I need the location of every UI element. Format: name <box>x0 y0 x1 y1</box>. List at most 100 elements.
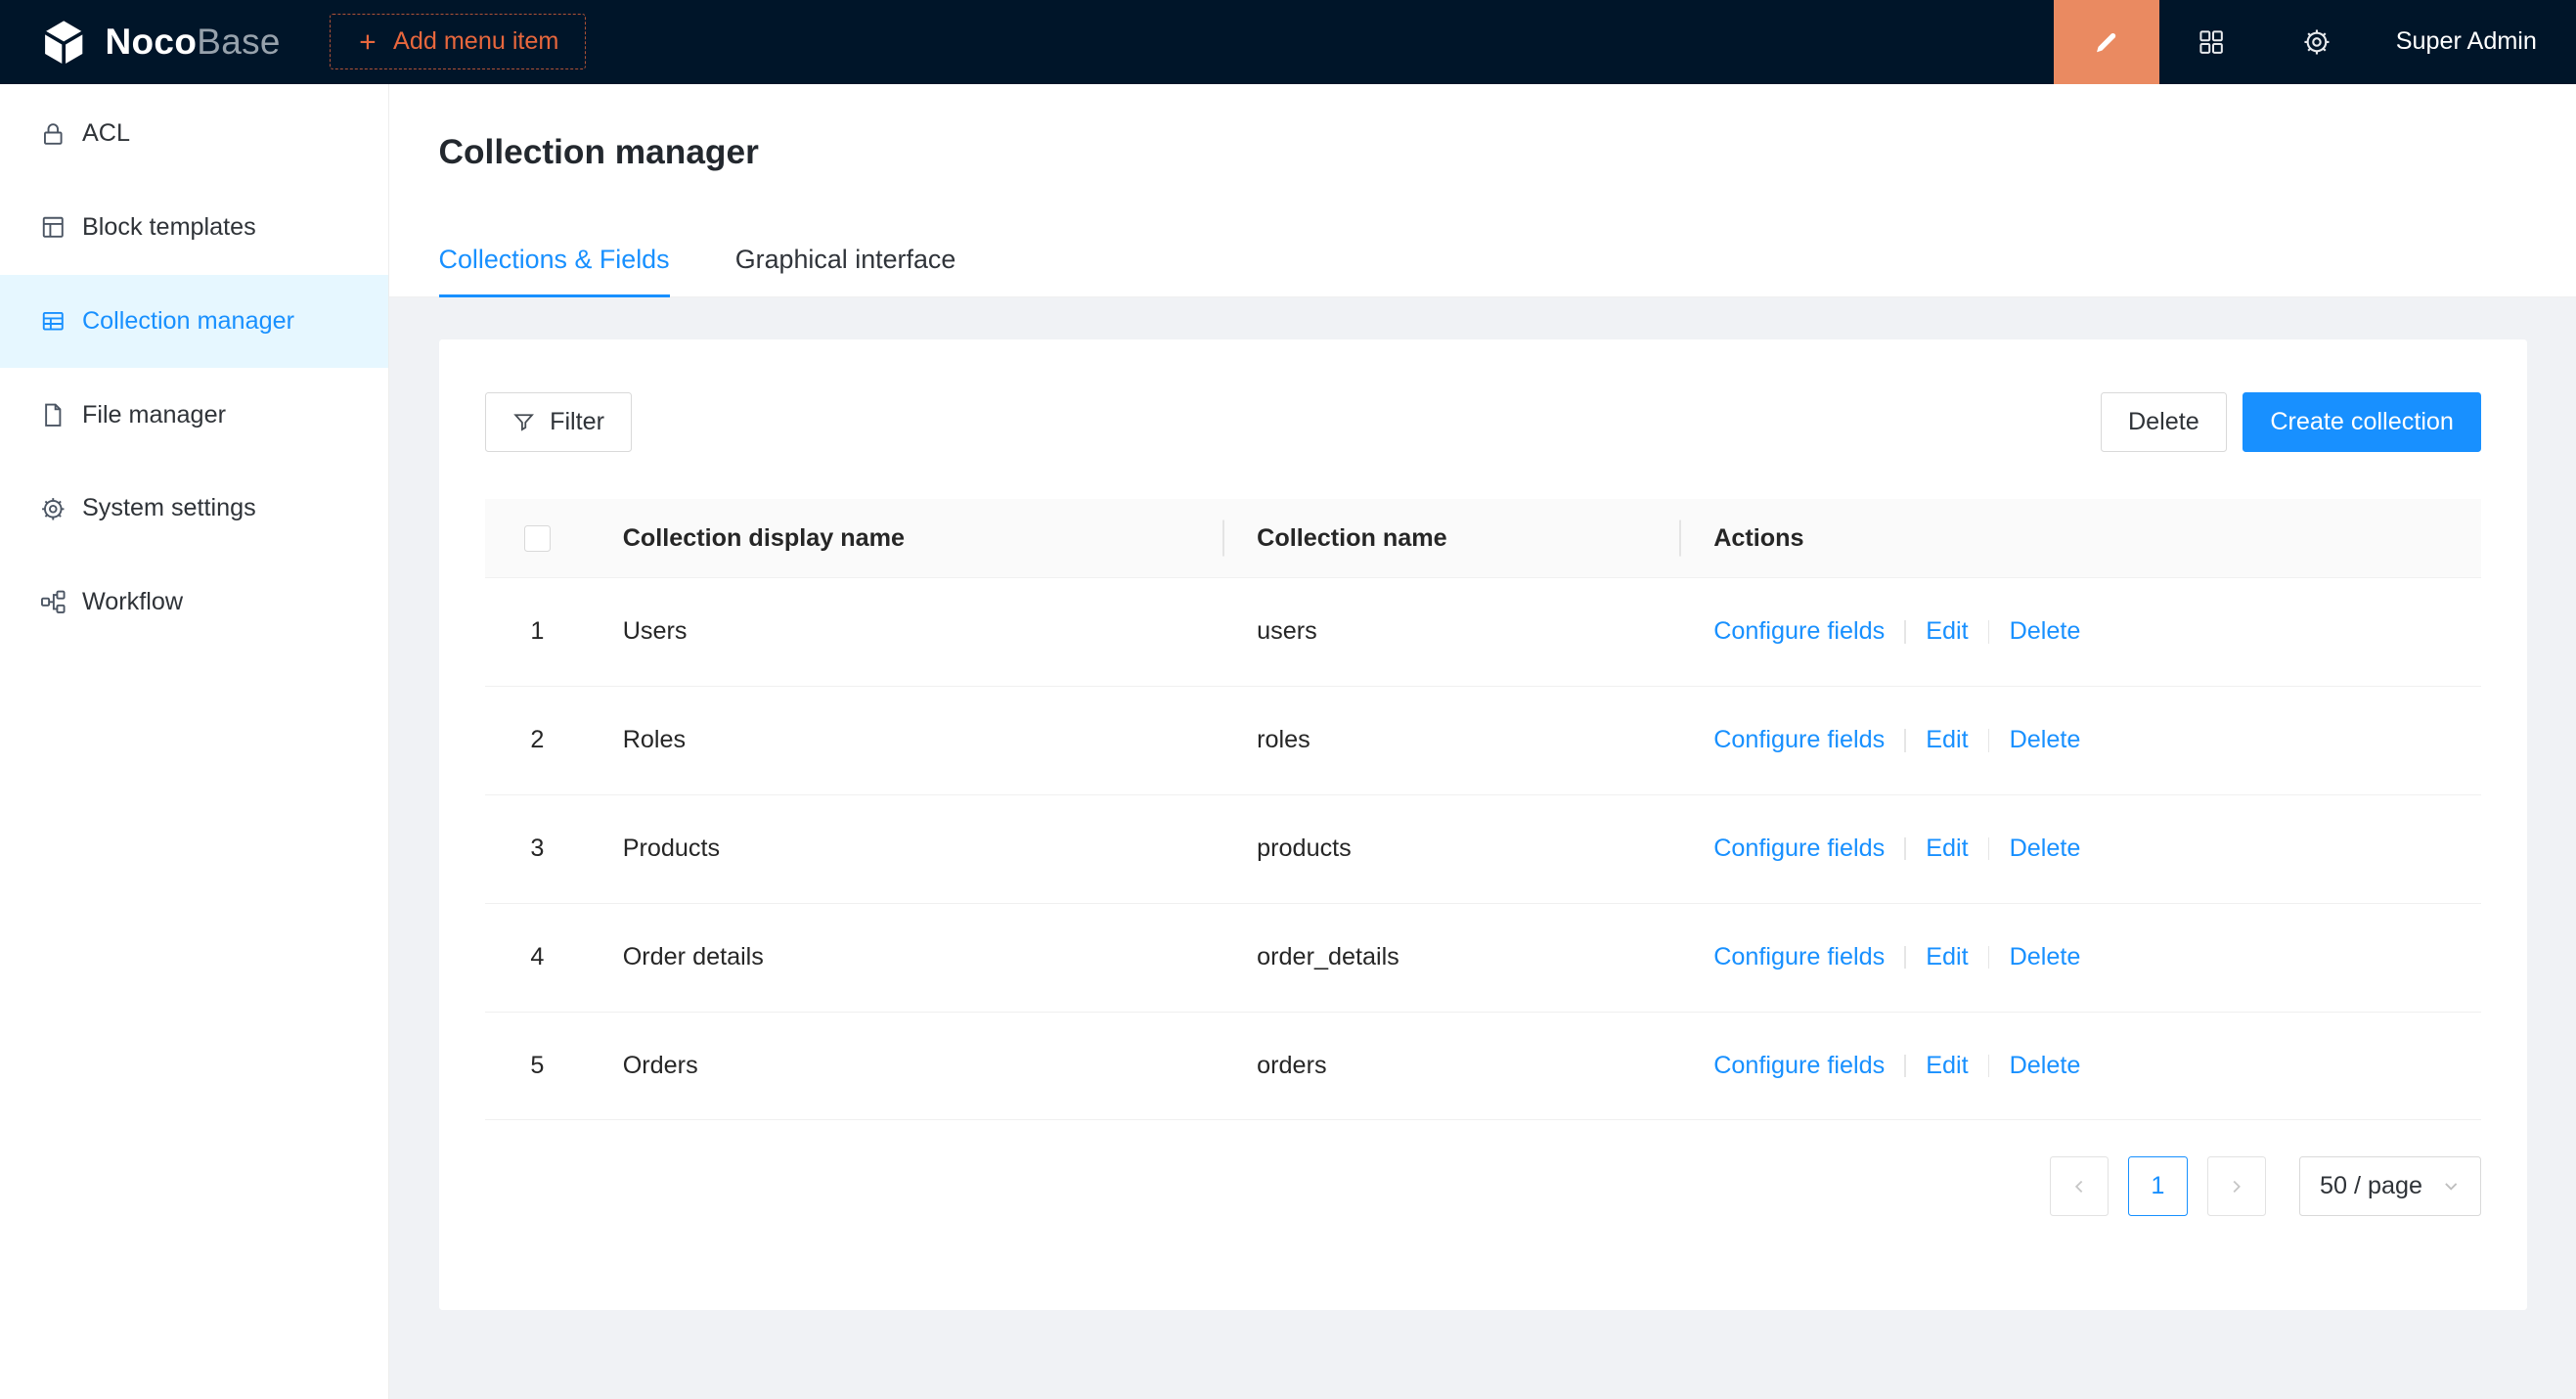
chevron-left-icon <box>2068 1176 2090 1197</box>
logo-text: NocoBase <box>106 22 281 63</box>
row-display-name: Users <box>590 617 1223 646</box>
table-row: 5 Orders orders Configure fields Edit De… <box>485 1013 2481 1121</box>
column-header-display-name: Collection display name <box>590 524 1223 553</box>
settings-button[interactable] <box>2264 0 2370 84</box>
sidebar-item-label: System settings <box>82 494 256 522</box>
page-size-value: 50 / page <box>2320 1172 2422 1200</box>
filter-button[interactable]: Filter <box>485 392 632 451</box>
sidebar-item-workflow[interactable]: Workflow <box>0 556 388 650</box>
chevron-right-icon <box>2226 1176 2247 1197</box>
app-root: NocoBase Add menu item <box>0 0 2576 1399</box>
add-menu-item-label: Add menu item <box>393 27 558 56</box>
create-collection-button[interactable]: Create collection <box>2243 392 2480 451</box>
chevron-down-icon <box>2442 1177 2460 1195</box>
pagination: 1 50 / page <box>485 1156 2481 1215</box>
configure-fields-link[interactable]: Configure fields <box>1713 835 1885 863</box>
next-page-button[interactable] <box>2207 1156 2266 1215</box>
table-row: 1 Users users Configure fields Edit Dele… <box>485 578 2481 687</box>
header-actions: Super Admin <box>2054 0 2576 84</box>
column-header-actions: Actions <box>1681 524 2481 553</box>
table-row: 2 Roles roles Configure fields Edit Dele… <box>485 687 2481 795</box>
action-divider <box>1988 1055 1990 1078</box>
row-index: 3 <box>485 835 591 863</box>
lock-icon <box>39 120 67 149</box>
edit-link[interactable]: Edit <box>1926 1052 1968 1080</box>
table-header-row: Collection display name Collection name … <box>485 499 2481 578</box>
page-1-button[interactable]: 1 <box>2128 1156 2187 1215</box>
table-toolbar: Filter Delete Create collection <box>485 392 2481 451</box>
action-divider <box>1904 837 1906 861</box>
tab-graphical-interface[interactable]: Graphical interface <box>735 245 956 296</box>
grid-icon <box>2197 27 2226 57</box>
user-menu[interactable]: Super Admin <box>2370 27 2576 56</box>
prev-page-button[interactable] <box>2050 1156 2109 1215</box>
nocobase-logo-icon <box>39 18 88 67</box>
tab-bar: Collections & Fields Graphical interface <box>439 245 2527 296</box>
configure-fields-link[interactable]: Configure fields <box>1713 726 1885 754</box>
action-divider <box>1904 729 1906 752</box>
delete-button[interactable]: Delete <box>2101 392 2227 451</box>
edit-link[interactable]: Edit <box>1926 943 1968 971</box>
page-title: Collection manager <box>439 133 2527 172</box>
table-row: 3 Products products Configure fields Edi… <box>485 795 2481 904</box>
highlighter-icon <box>2092 27 2121 57</box>
sidebar-item-label: File manager <box>82 401 226 429</box>
top-header: NocoBase Add menu item <box>0 0 2576 84</box>
delete-link[interactable]: Delete <box>2010 835 2081 863</box>
collections-card: Filter Delete Create collection Collecti… <box>439 339 2527 1309</box>
sidebar-item-collection-manager[interactable]: Collection manager <box>0 275 388 369</box>
sidebar-item-acl[interactable]: ACL <box>0 87 388 181</box>
select-all-checkbox[interactable] <box>524 525 551 552</box>
row-collection-name: users <box>1224 617 1681 646</box>
create-collection-label: Create collection <box>2270 408 2454 436</box>
configure-fields-link[interactable]: Configure fields <box>1713 1052 1885 1080</box>
row-index: 5 <box>485 1052 591 1080</box>
settings-sidebar: ACL Block templates Collection manager <box>0 84 389 1399</box>
row-index: 2 <box>485 726 591 754</box>
edit-link[interactable]: Edit <box>1926 617 1968 646</box>
sidebar-item-label: Collection manager <box>82 307 294 336</box>
ui-editor-button[interactable] <box>2054 0 2159 84</box>
table-row: 4 Order details order_details Configure … <box>485 904 2481 1013</box>
plus-icon <box>357 31 378 53</box>
gear-icon <box>39 495 67 523</box>
delete-link[interactable]: Delete <box>2010 1052 2081 1080</box>
logo-text-bold: Noco <box>106 22 198 62</box>
gear-icon <box>2301 26 2332 58</box>
delete-link[interactable]: Delete <box>2010 726 2081 754</box>
page-header: Collection manager Collections & Fields … <box>389 84 2576 297</box>
table-icon <box>39 307 67 336</box>
add-menu-item-button[interactable]: Add menu item <box>330 14 586 69</box>
workflow-icon <box>39 588 67 616</box>
row-collection-name: products <box>1224 835 1681 863</box>
logo[interactable]: NocoBase <box>39 18 281 67</box>
row-collection-name: order_details <box>1224 943 1681 971</box>
row-display-name: Roles <box>590 726 1223 754</box>
delete-link[interactable]: Delete <box>2010 617 2081 646</box>
file-icon <box>39 401 67 429</box>
delete-link[interactable]: Delete <box>2010 943 2081 971</box>
main-area: Collection manager Collections & Fields … <box>389 84 2576 1399</box>
configure-fields-link[interactable]: Configure fields <box>1713 617 1885 646</box>
plugins-button[interactable] <box>2159 0 2265 84</box>
row-display-name: Order details <box>590 943 1223 971</box>
row-index: 1 <box>485 617 591 646</box>
edit-link[interactable]: Edit <box>1926 835 1968 863</box>
row-collection-name: orders <box>1224 1052 1681 1080</box>
row-collection-name: roles <box>1224 726 1681 754</box>
action-divider <box>1988 620 1990 644</box>
sidebar-item-system-settings[interactable]: System settings <box>0 462 388 556</box>
column-header-collection-name: Collection name <box>1224 524 1681 553</box>
sidebar-item-block-templates[interactable]: Block templates <box>0 181 388 275</box>
sidebar-item-file-manager[interactable]: File manager <box>0 368 388 462</box>
sidebar-item-label: Workflow <box>82 588 183 616</box>
configure-fields-link[interactable]: Configure fields <box>1713 943 1885 971</box>
page-size-select[interactable]: 50 / page <box>2299 1156 2481 1215</box>
row-display-name: Products <box>590 835 1223 863</box>
tab-collections-and-fields[interactable]: Collections & Fields <box>439 245 670 296</box>
edit-link[interactable]: Edit <box>1926 726 1968 754</box>
sidebar-item-label: Block templates <box>82 213 256 242</box>
delete-button-label: Delete <box>2128 408 2199 436</box>
action-divider <box>1904 1055 1906 1078</box>
action-divider <box>1988 729 1990 752</box>
